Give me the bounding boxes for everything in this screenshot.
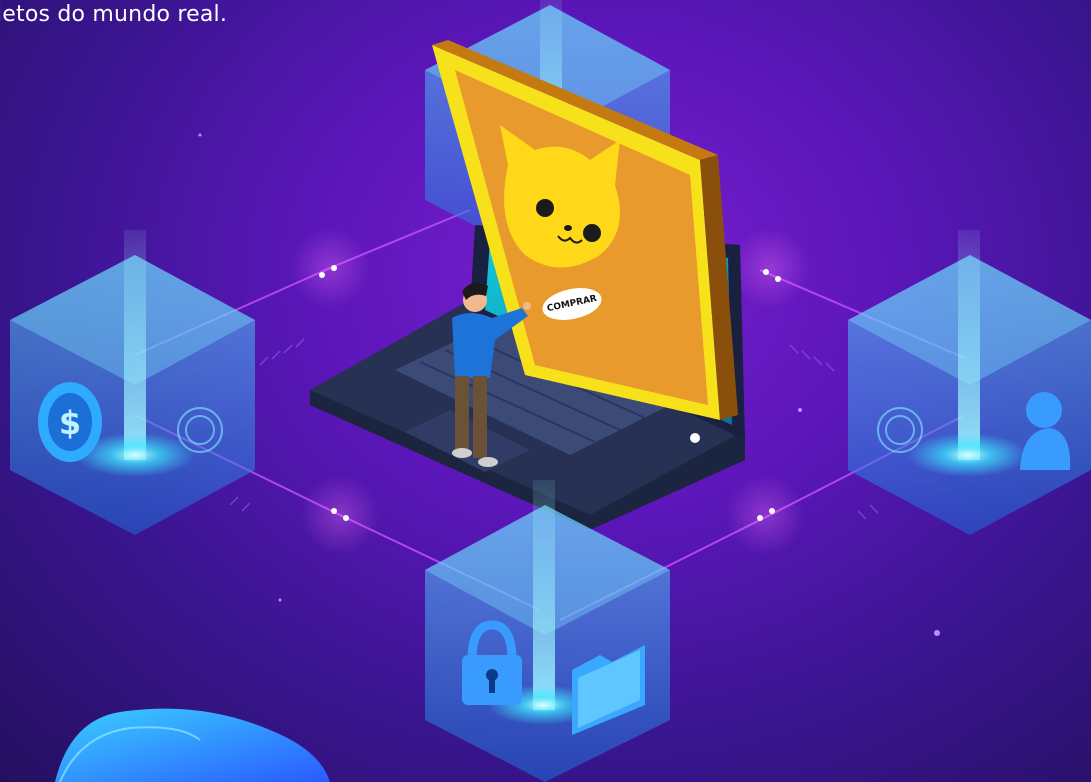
dollar-coin-icon: $ (38, 382, 102, 462)
left-cube (10, 230, 255, 535)
right-cube (848, 230, 1091, 535)
vr-headset-partial (55, 708, 330, 782)
bottom-cube (425, 480, 670, 782)
nft-illustration: $ (10, 0, 1091, 782)
svg-text:$: $ (59, 404, 81, 442)
